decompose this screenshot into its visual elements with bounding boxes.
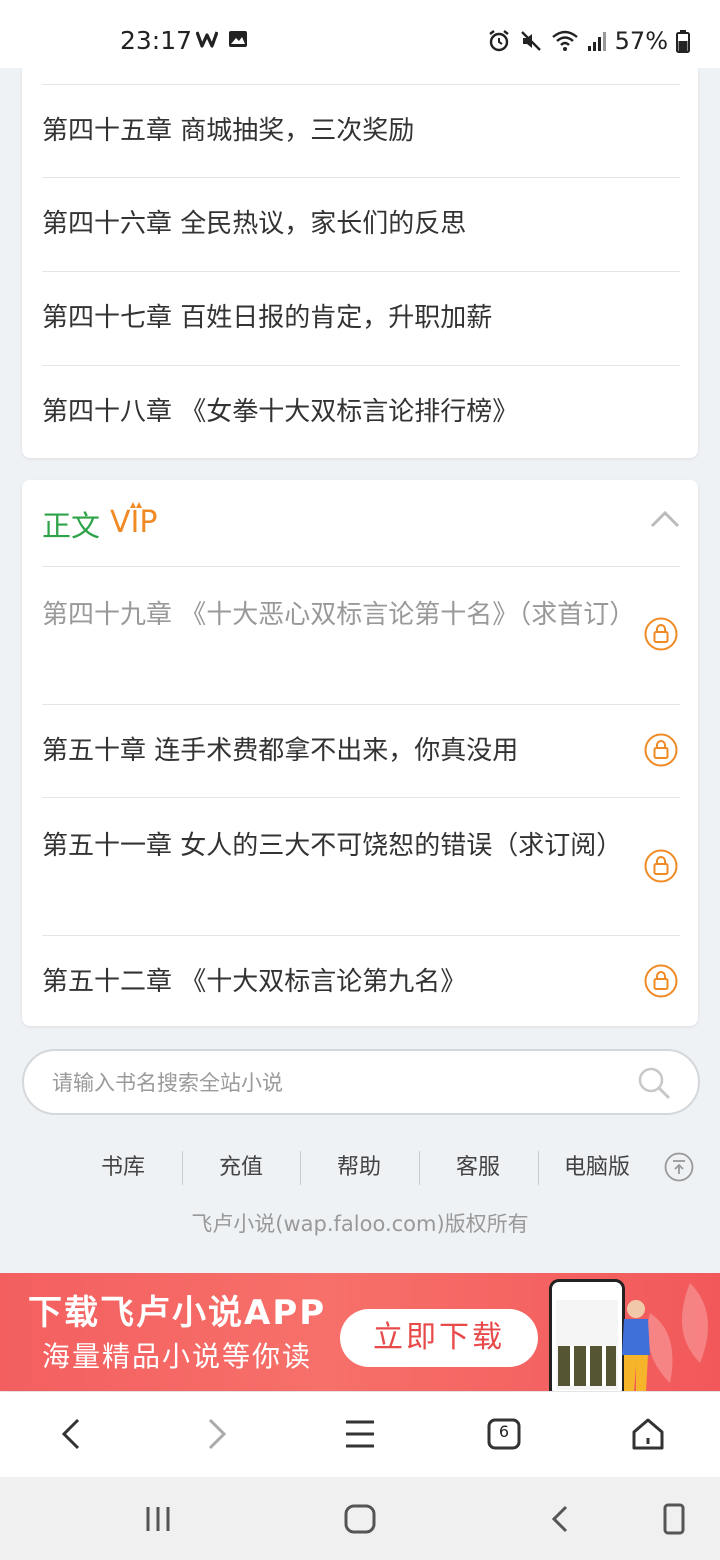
chapter-title: 第四十五章 商城抽奖，三次奖励 bbox=[42, 116, 415, 146]
banner-title: 下载飞卢小说APP bbox=[28, 1293, 327, 1333]
chapter-item[interactable]: 第四十七章 百姓日报的肯定，升职加薪 bbox=[42, 271, 680, 365]
app-download-banner[interactable]: 下载飞卢小说APP 海量精品小说等你读 立即下载 bbox=[0, 1273, 720, 1391]
home-icon[interactable] bbox=[628, 1414, 668, 1454]
home-nav-icon[interactable] bbox=[342, 1501, 378, 1537]
chapter-title: 第四十七章 百姓日报的肯定，升职加薪 bbox=[42, 303, 493, 333]
status-time: 23:17 bbox=[120, 26, 193, 55]
image-icon bbox=[229, 31, 247, 47]
footer-nav: 书库 充值 帮助 客服 电脑版 bbox=[64, 1149, 720, 1189]
lock-icon bbox=[644, 964, 678, 998]
chapter-item[interactable]: 第四十六章 全民热议，家长们的反思 bbox=[42, 177, 680, 271]
wifi-icon bbox=[551, 30, 578, 51]
status-bar: 23:17 57% bbox=[0, 0, 720, 68]
chapter-item[interactable]: 第五十章 连手术费都拿不出来，你真没用 bbox=[42, 704, 680, 797]
section-title: 正文 bbox=[42, 509, 101, 543]
footer-link-library[interactable]: 书库 bbox=[64, 1149, 182, 1181]
download-button[interactable]: 立即下载 bbox=[340, 1309, 538, 1367]
chapter-title: 第五十二章 《十大双标言论第九名》 bbox=[42, 967, 467, 997]
search-input[interactable] bbox=[50, 1051, 614, 1115]
menu-icon[interactable] bbox=[340, 1414, 380, 1454]
chapter-item[interactable]: 第四十九章 《十大恶心双标言论第十名》（求首订） bbox=[42, 566, 680, 704]
footer-link-desktop[interactable]: 电脑版 bbox=[538, 1149, 656, 1181]
svg-text:VIP: VIP bbox=[110, 505, 157, 538]
chapter-title: 第四十八章 《女拳十大双标言论排行榜》 bbox=[42, 397, 519, 427]
chapter-title: 第四十九章 《十大恶心双标言论第十名》（求首订） bbox=[42, 600, 636, 630]
footer-link-service[interactable]: 客服 bbox=[419, 1149, 537, 1181]
battery-percent: 57% bbox=[614, 27, 668, 55]
lock-icon bbox=[644, 617, 678, 651]
system-nav-bar bbox=[0, 1477, 720, 1560]
back-to-top-icon[interactable] bbox=[664, 1152, 694, 1182]
back-icon[interactable] bbox=[52, 1414, 92, 1454]
chapter-list-free: 第四十五章 商城抽奖，三次奖励 第四十六章 全民热议，家长们的反思 第四十七章 … bbox=[22, 38, 698, 458]
screen-rotate-icon[interactable] bbox=[656, 1501, 692, 1537]
forward-icon[interactable] bbox=[196, 1414, 236, 1454]
person-illustration bbox=[622, 1300, 650, 1391]
chapter-title: 第四十六章 全民热议，家长们的反思 bbox=[42, 209, 467, 239]
battery-icon bbox=[676, 30, 690, 53]
browser-toolbar: 6 bbox=[0, 1391, 720, 1478]
chapter-title: 第五十一章 女人的三大不可饶恕的错误（求订阅） bbox=[42, 831, 623, 861]
chapter-list-vip: 正文 VIP 第四十九章 《十大恶心双标言论第十名》（求首订） 第五十章 连手术… bbox=[22, 480, 698, 1026]
search-icon[interactable] bbox=[636, 1065, 672, 1101]
chapter-item[interactable]: 第四十五章 商城抽奖，三次奖励 bbox=[42, 84, 680, 177]
chapter-title: 第五十章 连手术费都拿不出来，你真没用 bbox=[42, 736, 519, 766]
back-nav-icon[interactable] bbox=[544, 1501, 580, 1537]
w-app-icon bbox=[196, 31, 218, 48]
search-bar bbox=[22, 1049, 700, 1115]
lock-icon bbox=[644, 733, 678, 767]
chapter-item[interactable]: 第五十一章 女人的三大不可饶恕的错误（求订阅） bbox=[42, 797, 680, 935]
recent-apps-icon[interactable] bbox=[140, 1501, 176, 1537]
alarm-icon bbox=[488, 30, 509, 52]
signal-icon bbox=[587, 32, 606, 51]
tabs-button[interactable]: 6 bbox=[484, 1414, 524, 1454]
footer-link-recharge[interactable]: 充值 bbox=[182, 1149, 300, 1181]
chapter-item[interactable]: 第四十八章 《女拳十大双标言论排行榜》 bbox=[42, 365, 680, 458]
copyright-text: 飞卢小说(wap.faloo.com)版权所有 bbox=[191, 1212, 529, 1236]
lock-icon bbox=[644, 849, 678, 883]
chapter-item[interactable]: 第五十二章 《十大双标言论第九名》 bbox=[42, 935, 680, 1027]
chevron-up-icon[interactable] bbox=[650, 510, 680, 528]
vip-badge: VIP bbox=[110, 502, 157, 538]
banner-subtitle: 海量精品小说等你读 bbox=[42, 1340, 313, 1373]
footer-link-help[interactable]: 帮助 bbox=[300, 1149, 418, 1181]
tab-count: 6 bbox=[498, 1422, 510, 1441]
mute-icon bbox=[520, 31, 541, 51]
